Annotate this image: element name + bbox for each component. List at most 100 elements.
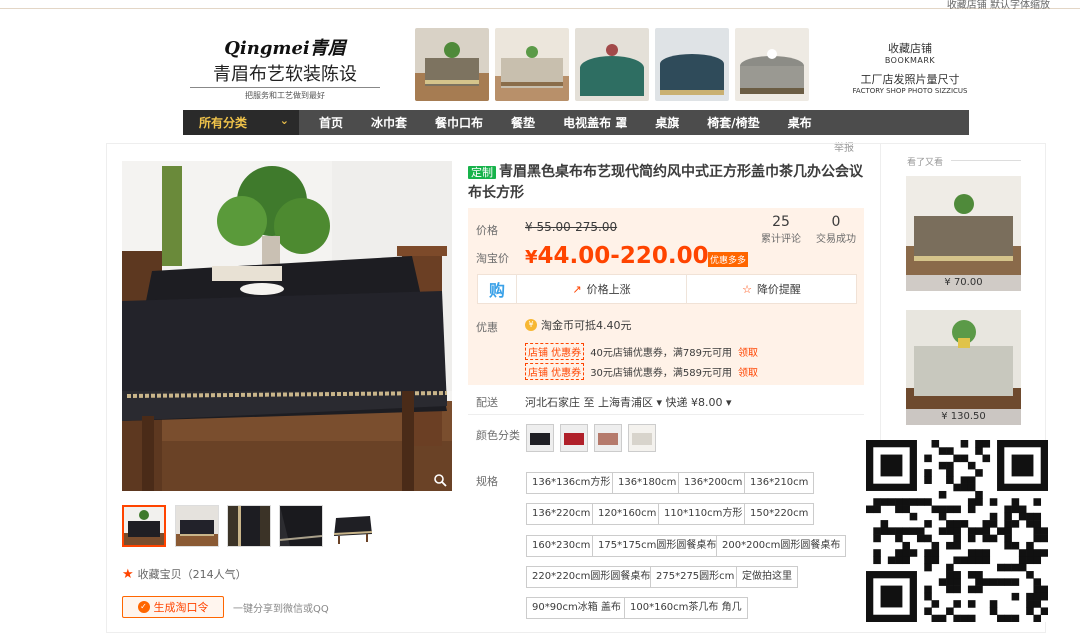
claim-coupon-link[interactable]: 领取 bbox=[738, 364, 758, 379]
nav-item-placemat[interactable]: 餐垫 bbox=[511, 114, 535, 131]
spec-option[interactable]: 136*220cm bbox=[526, 503, 597, 525]
all-categories-label: 所有分类 bbox=[199, 116, 248, 130]
factory-text: 工厂店发照片量尺寸 bbox=[860, 73, 960, 86]
reviews-label: 累计评论 bbox=[761, 234, 801, 245]
collect-shop-link[interactable]: 收藏店铺 bbox=[850, 40, 970, 56]
trend-up-icon: ↗ bbox=[572, 282, 582, 296]
nav-item-towel[interactable]: 冰巾套 bbox=[371, 114, 407, 131]
spec-option[interactable]: 100*160cm茶几布 角几 bbox=[624, 597, 748, 619]
spec-option[interactable]: 120*160cm bbox=[592, 503, 663, 525]
chevron-down-icon: ⌄ bbox=[279, 114, 289, 127]
nav-item-chair-cover[interactable]: 椅套/椅垫 bbox=[707, 114, 759, 131]
currency-symbol: ¥ bbox=[525, 247, 538, 268]
generate-taokouling-button[interactable]: ✓ 生成淘口令 bbox=[122, 596, 224, 618]
color-swatch-pink[interactable] bbox=[594, 424, 622, 452]
star-icon: ★ bbox=[122, 566, 134, 582]
reviews-count: 25 bbox=[772, 214, 790, 230]
spec-option[interactable]: 定做拍这里 bbox=[736, 566, 798, 588]
reviews-stat[interactable]: 25 累计评论 bbox=[758, 214, 804, 245]
price-label: 价格 bbox=[476, 224, 498, 237]
spec-option[interactable]: 90*90cm冰箱 盖布 bbox=[526, 597, 627, 619]
banner-image-5[interactable] bbox=[735, 28, 809, 101]
top-links[interactable]: 收藏店铺 默认字体缩放 bbox=[947, 0, 1050, 11]
banner-image-2[interactable] bbox=[495, 28, 569, 101]
color-swatch-black[interactable] bbox=[526, 424, 554, 452]
color-swatch-gray[interactable] bbox=[628, 424, 656, 452]
taojinbi-offer: ¥ 淘金币可抵4.40元 bbox=[525, 317, 632, 333]
spec-option[interactable]: 150*220cm bbox=[744, 503, 815, 525]
side-header: 看了又看 bbox=[907, 158, 944, 168]
discount-label: 优惠 bbox=[476, 321, 498, 334]
thumbnail-4[interactable] bbox=[279, 505, 323, 547]
all-categories[interactable]: 所有分类 ⌄ bbox=[183, 110, 299, 135]
recommend-item-1[interactable]: ¥ 70.00 bbox=[906, 176, 1021, 291]
zoom-icon[interactable] bbox=[433, 473, 447, 487]
banner-image-4[interactable] bbox=[655, 28, 729, 101]
top-bar: 收藏店铺 默认字体缩放 bbox=[0, 0, 1080, 11]
shipping-selector[interactable]: 河北石家庄 至 上海青浦区 ▾ 快递 ¥8.00 ▾ bbox=[525, 394, 732, 410]
price-alert-bar: 购 ↗ 价格上涨 ☆ 降价提醒 bbox=[477, 274, 857, 304]
chat-bubble-icon: ✓ bbox=[137, 601, 150, 613]
taoq-label: 生成淘口令 bbox=[153, 601, 209, 614]
color-swatch-red[interactable] bbox=[560, 424, 588, 452]
recommend-price: ¥ 70.00 bbox=[906, 275, 1021, 291]
coin-icon: ¥ bbox=[525, 319, 537, 331]
nav-item-home[interactable]: 首页 bbox=[319, 114, 343, 131]
spec-option[interactable]: 136*180cm bbox=[612, 472, 683, 494]
taobao-price-value: 44.00-220.00 bbox=[537, 243, 709, 269]
nav-item-tablecloth[interactable]: 桌布 bbox=[788, 114, 812, 131]
logo-en: Qingmei青眉 bbox=[224, 38, 346, 59]
deals-count: 0 bbox=[831, 214, 841, 230]
spec-option[interactable]: 275*275圆形cm bbox=[650, 566, 741, 588]
bookmark-text: BOOKMARK bbox=[884, 56, 936, 65]
original-price: ¥ 55.00-275.00 bbox=[525, 220, 618, 234]
spec-option[interactable]: 136*210cm bbox=[744, 472, 815, 494]
spec-option[interactable]: 200*200cm圆形圆餐桌布 bbox=[716, 535, 847, 557]
gou-icon[interactable]: 购 bbox=[478, 277, 516, 301]
claim-coupon-link[interactable]: 领取 bbox=[738, 344, 758, 359]
coin-text: 淘金币可抵4.40元 bbox=[541, 319, 632, 332]
coupon-row-1: 店铺 优惠券 40元店铺优惠券，满789元可用 领取 bbox=[525, 343, 758, 360]
star-outline-icon: ☆ bbox=[742, 282, 752, 296]
nav-item-tv-cover[interactable]: 电视盖布 罩 bbox=[563, 114, 627, 131]
divider bbox=[468, 414, 864, 415]
logo-cn: 青眉布艺软装陈设 bbox=[190, 60, 380, 88]
spec-option[interactable]: 136*200cm bbox=[678, 472, 749, 494]
recommend-price: ¥ 130.50 bbox=[906, 409, 1021, 425]
coupon-tag: 店铺 优惠券 bbox=[525, 343, 585, 360]
nav-item-napkin[interactable]: 餐巾口布 bbox=[435, 114, 483, 131]
coupon-text: 40元店铺优惠券，满789元可用 bbox=[590, 348, 732, 359]
banner-image-1[interactable] bbox=[415, 28, 489, 101]
nav-item-table-runner[interactable]: 桌旗 bbox=[655, 114, 679, 131]
spec-option[interactable]: 136*136cm方形 bbox=[526, 472, 617, 494]
share-text: 一键分享到微信或QQ bbox=[233, 604, 329, 615]
taobao-price: ¥44.00-220.00 bbox=[525, 243, 709, 269]
favorite-item[interactable]: ★ 收藏宝贝（214人气） bbox=[122, 566, 247, 582]
main-product-image[interactable] bbox=[122, 161, 452, 491]
thumbnail-5[interactable] bbox=[331, 505, 375, 547]
favorite-label: 收藏宝贝（214人气） bbox=[137, 568, 247, 581]
recommend-item-2[interactable]: ¥ 130.50 bbox=[906, 310, 1021, 425]
product-title-text: 青眉黑色桌布布艺现代简约风中式正方形盖巾茶几办公会议布长方形 bbox=[468, 164, 863, 201]
spec-option[interactable]: 175*175cm圆形圆餐桌布 bbox=[592, 535, 723, 557]
thumbnail-2[interactable] bbox=[175, 505, 219, 547]
taobao-price-label: 淘宝价 bbox=[476, 252, 509, 265]
deals-label: 交易成功 bbox=[816, 234, 856, 245]
custom-tag: 定制 bbox=[468, 166, 496, 179]
shop-logo[interactable]: Qingmei青眉 青眉布艺软装陈设 把服务和工艺做到最好 bbox=[190, 34, 380, 101]
banner-image-3[interactable] bbox=[575, 28, 649, 101]
spec-option[interactable]: 110*110cm方形 bbox=[658, 503, 749, 525]
price-up-button[interactable]: ↗ 价格上涨 bbox=[516, 274, 686, 304]
deals-stat: 0 交易成功 bbox=[812, 214, 860, 245]
thumbnail-1[interactable] bbox=[122, 505, 166, 547]
thumbnail-3[interactable] bbox=[227, 505, 271, 547]
shop-header: Qingmei青眉 青眉布艺软装陈设 把服务和工艺做到最好 收藏店铺 BOOKM… bbox=[0, 20, 1080, 110]
discount-badge[interactable]: 优惠多多 bbox=[708, 252, 749, 267]
coupon-row-2: 店铺 优惠券 30元店铺优惠券，满589元可用 领取 bbox=[525, 363, 758, 380]
spec-option[interactable]: 220*220cm圆形圆餐桌布 bbox=[526, 566, 657, 588]
header-right: 收藏店铺 BOOKMARK 工厂店发照片量尺寸 FACTORY SHOP PHO… bbox=[850, 40, 970, 95]
spec-label: 规格 bbox=[476, 475, 498, 488]
spec-option[interactable]: 160*230cm bbox=[526, 535, 597, 557]
qr-code bbox=[866, 440, 1049, 623]
price-drop-alert-button[interactable]: ☆ 降价提醒 bbox=[686, 274, 856, 304]
